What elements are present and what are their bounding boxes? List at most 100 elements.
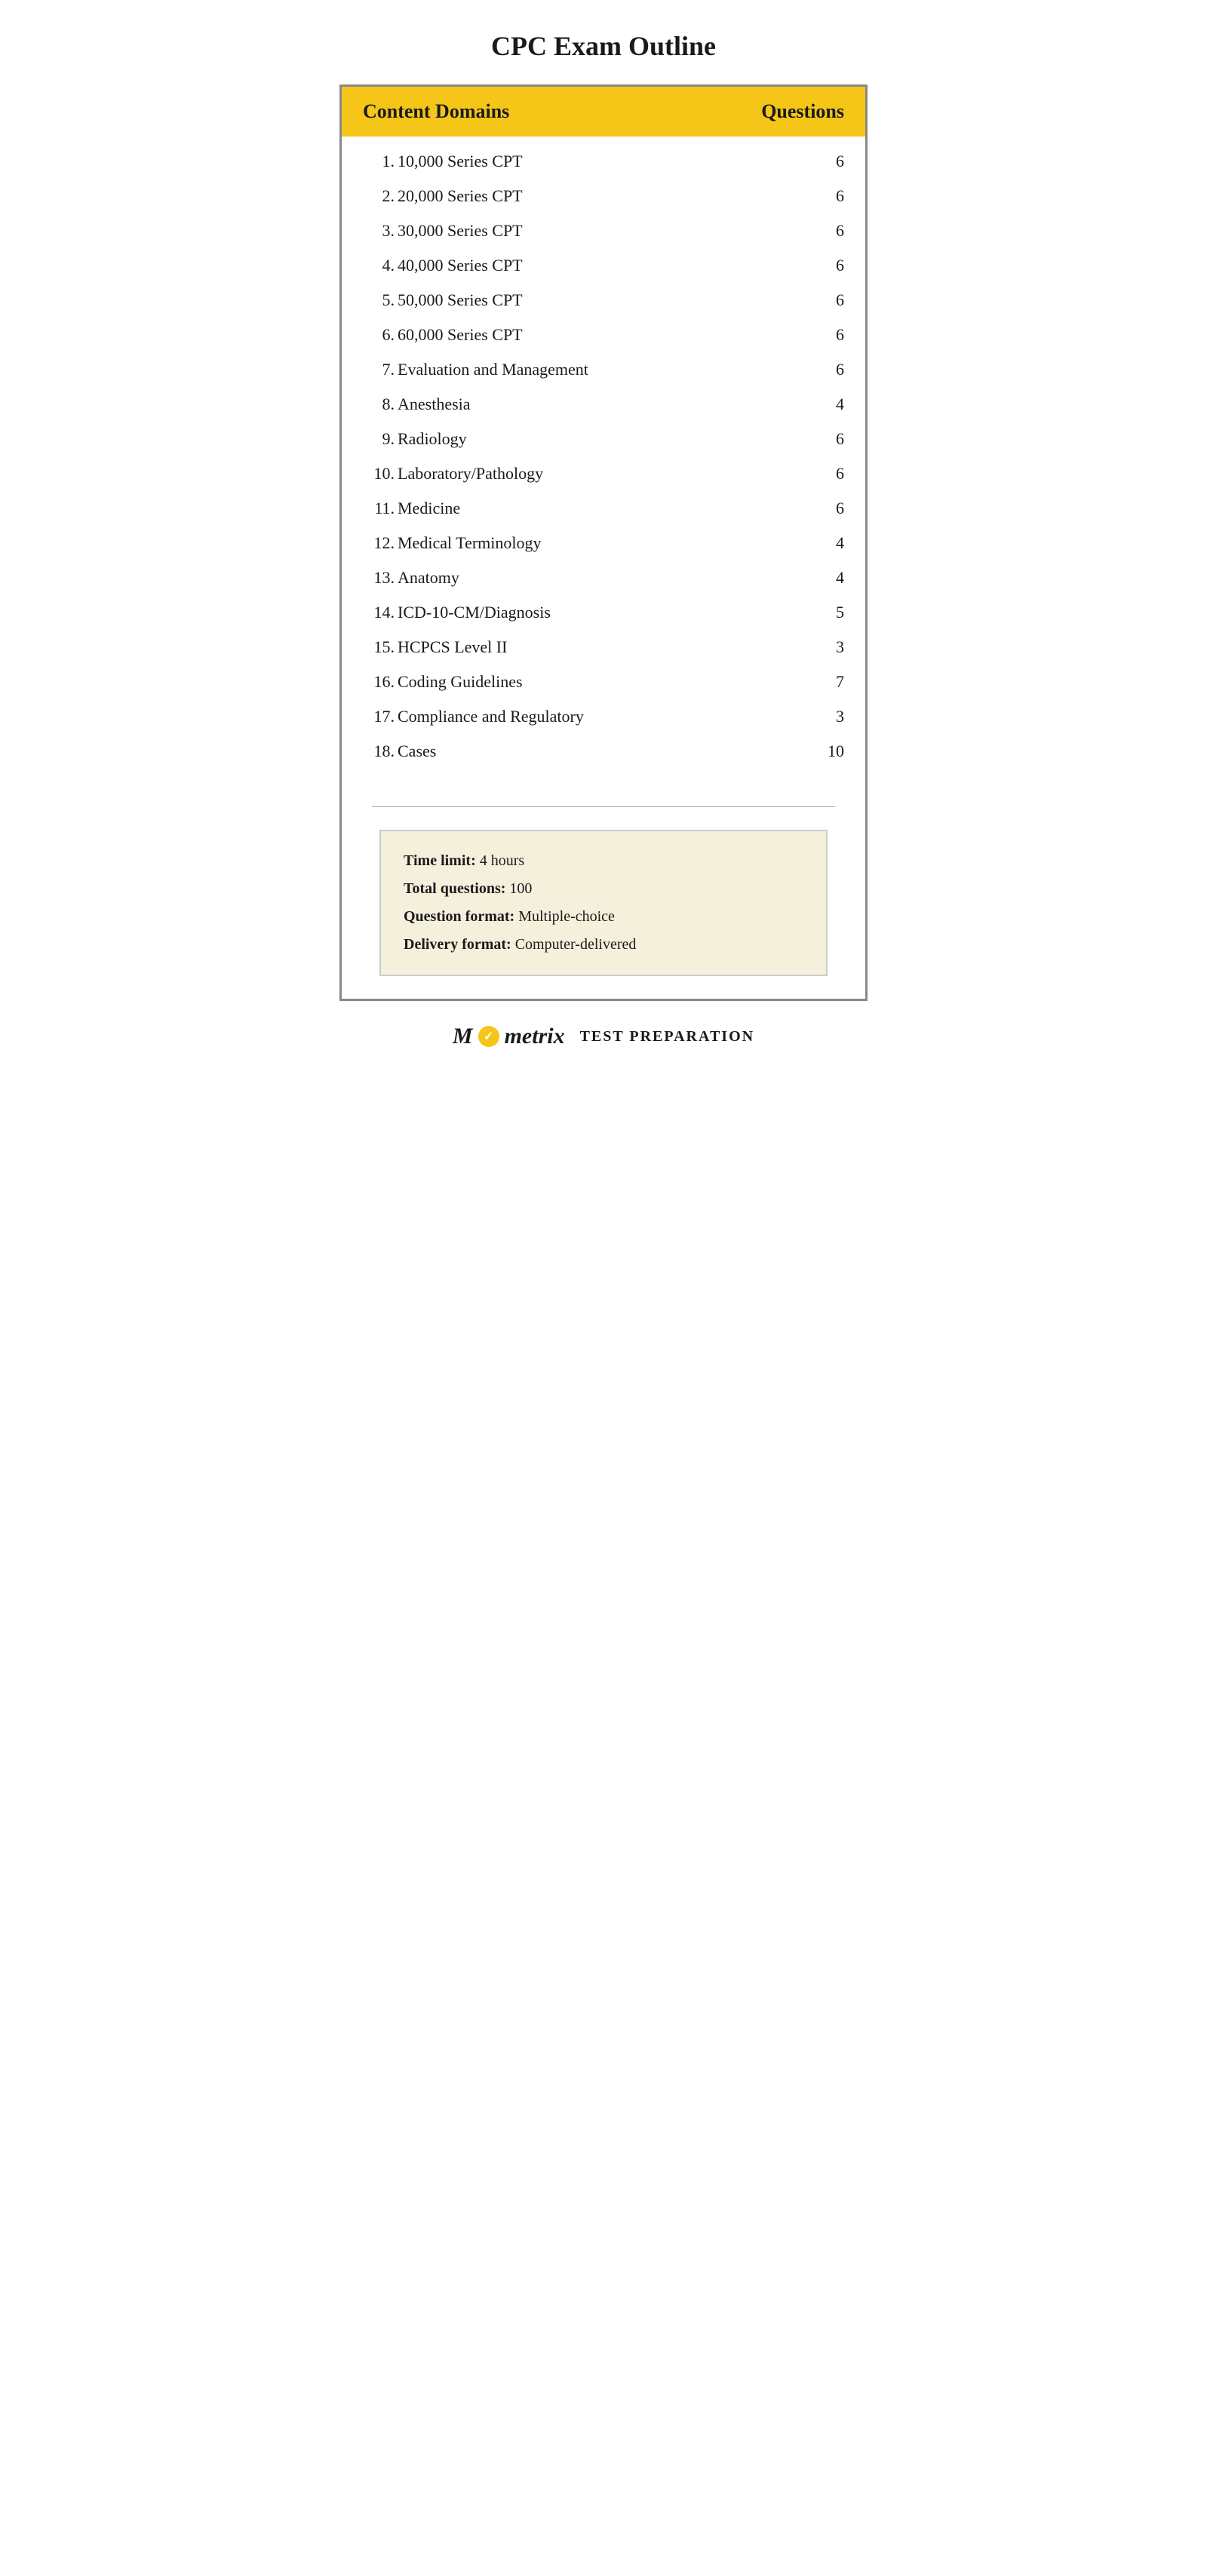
info-time-limit: Time limit: 4 hours: [404, 852, 803, 870]
row-label: 4. 40,000 Series CPT: [357, 256, 523, 275]
row-number: 6.: [357, 325, 395, 345]
row-questions: 6: [836, 429, 844, 449]
row-text: HCPCS Level II: [398, 637, 507, 657]
row-questions: 6: [836, 186, 844, 206]
info-total-questions: Total questions: 100: [404, 880, 803, 898]
content-table: Content Domains Questions 1. 10,000 Seri…: [339, 84, 868, 1001]
table-row: 9. Radiology 6: [342, 422, 865, 456]
row-questions: 6: [836, 464, 844, 484]
footer: M ✓ metrix TEST PREPARATION: [339, 1024, 868, 1049]
row-number: 4.: [357, 256, 395, 275]
info-delivery-format: Delivery format: Computer-delivered: [404, 936, 803, 953]
row-number: 8.: [357, 395, 395, 414]
row-number: 17.: [357, 707, 395, 726]
checkmark-icon: ✓: [484, 1029, 493, 1044]
footer-tagline: TEST PREPARATION: [580, 1028, 754, 1045]
row-questions: 6: [836, 221, 844, 241]
table-row: 13. Anatomy4: [342, 560, 865, 595]
row-questions: 4: [836, 395, 844, 414]
row-text: Coding Guidelines: [398, 672, 523, 692]
row-label: 16. Coding Guidelines: [357, 672, 523, 692]
row-questions: 6: [836, 290, 844, 310]
row-label: 5. 50,000 Series CPT: [357, 290, 523, 310]
row-questions: 5: [836, 603, 844, 622]
row-text: 50,000 Series CPT: [398, 290, 523, 310]
row-label: 14. ICD-10-CM/Diagnosis: [357, 603, 551, 622]
table-row: 6. 60,000 Series CPT 6: [342, 318, 865, 352]
row-questions: 10: [828, 741, 844, 761]
row-text: Evaluation and Management: [398, 360, 588, 379]
row-questions: 3: [836, 707, 844, 726]
row-text: 20,000 Series CPT: [398, 186, 523, 206]
row-questions: 7: [836, 672, 844, 692]
row-label: 9. Radiology: [357, 429, 467, 449]
table-row: 2. 20,000 Series CPT 6: [342, 179, 865, 213]
row-questions: 6: [836, 499, 844, 518]
row-number: 3.: [357, 221, 395, 241]
info-label-3: Delivery format:: [404, 936, 511, 953]
page-title: CPC Exam Outline: [339, 30, 868, 62]
table-header: Content Domains Questions: [342, 87, 865, 137]
row-number: 16.: [357, 672, 395, 692]
row-text: Anesthesia: [398, 395, 471, 414]
row-questions: 6: [836, 360, 844, 379]
header-questions: Questions: [761, 100, 844, 123]
row-label: 1. 10,000 Series CPT: [357, 152, 523, 171]
row-questions: 6: [836, 256, 844, 275]
table-row: 15. HCPCS Level II 3: [342, 630, 865, 665]
row-number: 12.: [357, 533, 395, 553]
row-number: 7.: [357, 360, 395, 379]
row-label: 18. Cases: [357, 741, 436, 761]
row-label: 2. 20,000 Series CPT: [357, 186, 523, 206]
row-text: Medical Terminology: [398, 533, 542, 553]
row-text: Laboratory/Pathology: [398, 464, 543, 484]
row-text: Anatomy: [398, 568, 459, 588]
table-row: 8. Anesthesia 4: [342, 387, 865, 422]
row-number: 11.: [357, 499, 395, 518]
row-questions: 4: [836, 533, 844, 553]
row-label: 6. 60,000 Series CPT: [357, 325, 523, 345]
row-number: 5.: [357, 290, 395, 310]
row-label: 10. Laboratory/Pathology: [357, 464, 543, 484]
row-number: 10.: [357, 464, 395, 484]
row-label: 7. Evaluation and Management: [357, 360, 588, 379]
table-row: 10. Laboratory/Pathology 6: [342, 456, 865, 491]
table-row: 7. Evaluation and Management 6: [342, 352, 865, 387]
row-number: 18.: [357, 741, 395, 761]
row-number: 14.: [357, 603, 395, 622]
logo-icon: ✓: [478, 1026, 499, 1047]
table-row: 16. Coding Guidelines 7: [342, 665, 865, 699]
header-content-domains: Content Domains: [363, 100, 509, 123]
row-text: 60,000 Series CPT: [398, 325, 523, 345]
row-questions: 3: [836, 637, 844, 657]
table-row: 5. 50,000 Series CPT 6: [342, 283, 865, 318]
footer-brand-rest: metrix: [505, 1024, 565, 1049]
row-text: 40,000 Series CPT: [398, 256, 523, 275]
row-questions: 6: [836, 152, 844, 171]
info-label-2: Question format:: [404, 908, 514, 925]
row-number: 9.: [357, 429, 395, 449]
row-number: 13.: [357, 568, 395, 588]
table-row: 4. 40,000 Series CPT 6: [342, 248, 865, 283]
row-questions: 6: [836, 325, 844, 345]
row-label: 12. Medical Terminology: [357, 533, 542, 553]
row-text: ICD-10-CM/Diagnosis: [398, 603, 551, 622]
table-row: 14. ICD-10-CM/Diagnosis 5: [342, 595, 865, 630]
info-label-1: Total questions:: [404, 880, 505, 897]
row-label: 13. Anatomy: [357, 568, 459, 588]
table-row: 11. Medicine 6: [342, 491, 865, 526]
row-label: 3. 30,000 Series CPT: [357, 221, 523, 241]
row-text: 30,000 Series CPT: [398, 221, 523, 241]
row-text: Cases: [398, 741, 436, 761]
table-row: 17. Compliance and Regulatory 3: [342, 699, 865, 734]
row-text: Radiology: [398, 429, 467, 449]
info-question-format: Question format: Multiple-choice: [404, 908, 803, 926]
row-number: 2.: [357, 186, 395, 206]
table-row: 3. 30,000 Series CPT 6: [342, 213, 865, 248]
row-number: 15.: [357, 637, 395, 657]
row-label: 17. Compliance and Regulatory: [357, 707, 584, 726]
row-label: 15. HCPCS Level II: [357, 637, 507, 657]
table-body: 1. 10,000 Series CPT62. 20,000 Series CP…: [342, 137, 865, 791]
info-box: Time limit: 4 hours Total questions: 100…: [379, 830, 828, 976]
row-label: 11. Medicine: [357, 499, 460, 518]
